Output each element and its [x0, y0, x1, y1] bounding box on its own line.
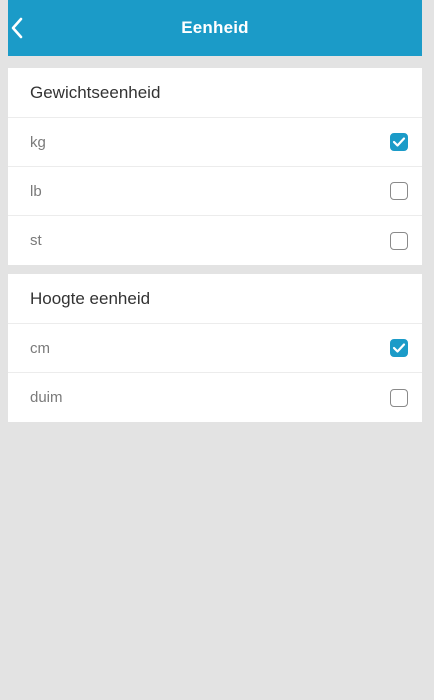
- option-label: st: [30, 232, 42, 249]
- chevron-left-icon: [10, 16, 24, 40]
- checkbox-icon[interactable]: [390, 231, 408, 250]
- top-bar: Eenheid: [8, 0, 422, 56]
- option-label: duim: [30, 389, 63, 406]
- content: Gewichtseenheid kg lb st Hoogte eenheid …: [8, 56, 422, 422]
- section-gap: [8, 265, 422, 274]
- checkbox-icon[interactable]: [390, 133, 408, 151]
- option-duim[interactable]: duim: [8, 373, 422, 422]
- option-lb[interactable]: lb: [8, 167, 422, 216]
- section-gap: [8, 56, 422, 68]
- option-kg[interactable]: kg: [8, 118, 422, 167]
- back-button[interactable]: [8, 0, 56, 56]
- checkbox-icon[interactable]: [390, 182, 408, 200]
- settings-page: Eenheid Gewichtseenheid kg lb st Hoogte …: [0, 0, 434, 700]
- option-label: kg: [30, 133, 46, 151]
- option-label: lb: [30, 182, 42, 200]
- page-title: Eenheid: [181, 18, 249, 37]
- checkbox-icon[interactable]: [390, 339, 408, 357]
- height-unit-section: Hoogte eenheid cm duim: [8, 274, 422, 422]
- option-cm[interactable]: cm: [8, 324, 422, 373]
- weight-unit-title: Gewichtseenheid: [8, 68, 422, 118]
- weight-unit-section: Gewichtseenheid kg lb st: [8, 68, 422, 265]
- option-st[interactable]: st: [8, 216, 422, 265]
- height-unit-title: Hoogte eenheid: [8, 274, 422, 324]
- option-label: cm: [30, 339, 50, 357]
- checkbox-icon[interactable]: [390, 388, 408, 407]
